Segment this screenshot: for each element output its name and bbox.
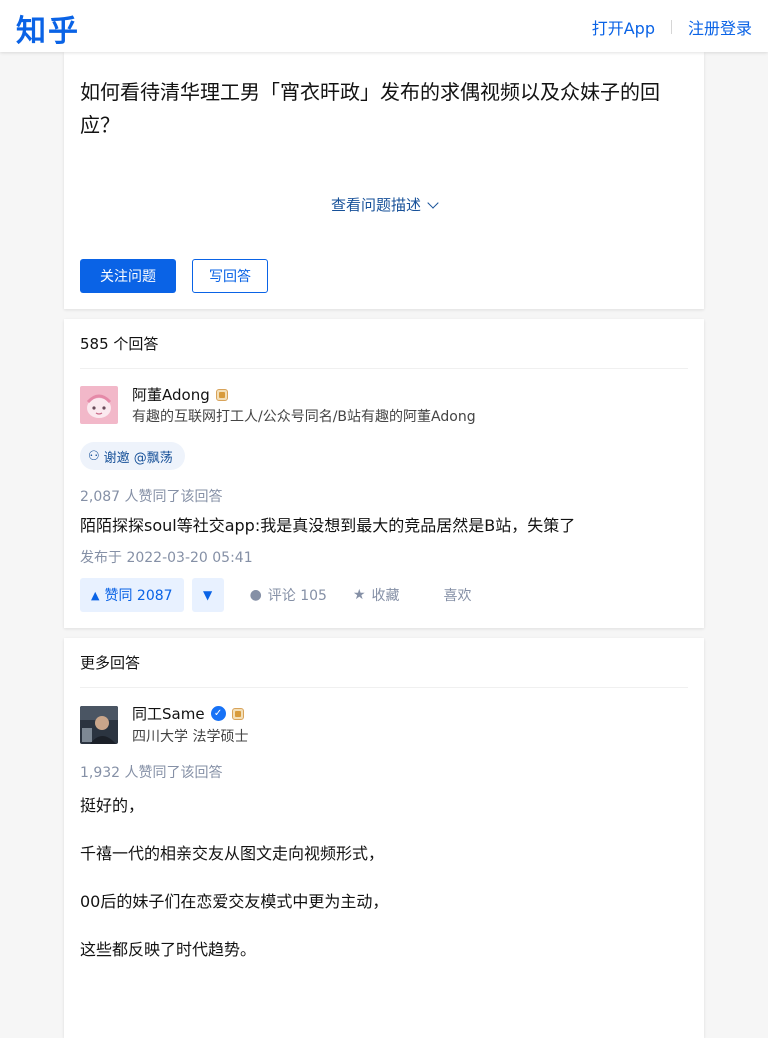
verified-icon: ✓: [210, 706, 226, 721]
divider: [80, 687, 688, 688]
vote-count-line: 1,932 人赞同了该回答: [80, 765, 223, 781]
zhihu-logo[interactable]: 知乎: [16, 6, 80, 50]
answer-count: 585 个回答: [80, 335, 159, 353]
avatar-image: [80, 386, 118, 424]
comment-label: 评论 105: [267, 588, 327, 604]
author-name[interactable]: 阿董Adong: [132, 384, 228, 405]
divider: [670, 20, 672, 34]
author-name-text: 阿董Adong: [132, 386, 210, 404]
answer-paragraph: 这些都反映了时代趋势。: [80, 940, 257, 959]
answer-card: 585 个回答 阿董Adong 有趣的互联网打工人/公众号同名/B站有趣的阿董A…: [64, 319, 704, 628]
upvote-label: 赞同 2087: [104, 588, 173, 604]
downvote-icon: ▼: [202, 588, 213, 602]
answer-excerpt[interactable]: 陌陌探探soul等社交app:我是真没想到最大的竞品居然是B站，失策了: [80, 514, 575, 538]
top-bar: 知乎 打开App 注册登录: [0, 0, 768, 52]
comment-icon: ●: [249, 587, 262, 603]
author-name[interactable]: 同工Same ✓: [132, 703, 244, 724]
write-answer-button[interactable]: 写回答: [192, 259, 268, 293]
upvote-button[interactable]: ▲ 赞同 2087: [80, 578, 184, 612]
answer-paragraph: 千禧一代的相亲交友从图文走向视频形式，: [80, 844, 385, 863]
avatar-image: [80, 706, 118, 744]
chevron-down-icon: [427, 197, 439, 209]
author-bio: 有趣的互联网打工人/公众号同名/B站有趣的阿董Adong: [132, 409, 476, 425]
star-icon: ★: [352, 587, 366, 603]
answer-actions: ▲ 赞同 2087 ▼ ● 评论 105 ★ 收藏 喜欢: [80, 578, 472, 612]
downvote-button[interactable]: ▼: [191, 578, 224, 612]
answer-paragraph: 00后的妹子们在恋爱交友模式中更为主动，: [80, 892, 389, 911]
login-link[interactable]: 注册登录: [688, 15, 752, 39]
follow-question-button[interactable]: 关注问题: [80, 259, 176, 293]
vote-count-line: 2,087 人赞同了该回答: [80, 489, 223, 505]
collect-label: 收藏: [371, 588, 400, 604]
author-name-text: 同工Same: [132, 705, 205, 723]
upvote-icon: ▲: [91, 588, 100, 602]
view-description-label: 查看问题描述: [330, 196, 421, 214]
invite-tag[interactable]: ⚇ 谢邀 @飘荡: [80, 442, 185, 470]
badge-icon: [215, 388, 228, 401]
open-app-link[interactable]: 打开App: [592, 15, 655, 39]
question-title: 如何看待清华理工男「宵衣旰政」发布的求偶视频以及众妹子的回应？: [80, 80, 660, 137]
badge-icon: [231, 707, 244, 720]
collect-button[interactable]: ★ 收藏: [353, 585, 400, 605]
more-answers-title: 更多回答: [80, 654, 141, 672]
avatar[interactable]: [80, 706, 118, 744]
avatar[interactable]: [80, 386, 118, 424]
answer-paragraph: 挺好的，: [80, 796, 145, 815]
answer-date: 发布于 2022-03-20 05:41: [80, 550, 253, 566]
invite-text: 谢邀 @飘荡: [103, 450, 173, 466]
view-description-toggle[interactable]: 查看问题描述: [64, 194, 704, 215]
top-right-actions: 打开App 注册登录: [592, 15, 752, 39]
more-answers-card: 更多回答 同工Same ✓ 四川大学 法学硕士 1,932 人赞同了该回答 挺好的…: [64, 638, 704, 1038]
invite-icon: ⚇: [88, 448, 100, 464]
divider: [80, 368, 688, 369]
like-label: 喜欢: [443, 588, 472, 604]
like-button[interactable]: 喜欢: [444, 585, 472, 605]
author-bio: 四川大学 法学硕士: [132, 729, 249, 745]
comment-button[interactable]: ● 评论 105: [250, 585, 327, 605]
question-card: 如何看待清华理工男「宵衣旰政」发布的求偶视频以及众妹子的回应？ 查看问题描述 关…: [64, 52, 704, 309]
